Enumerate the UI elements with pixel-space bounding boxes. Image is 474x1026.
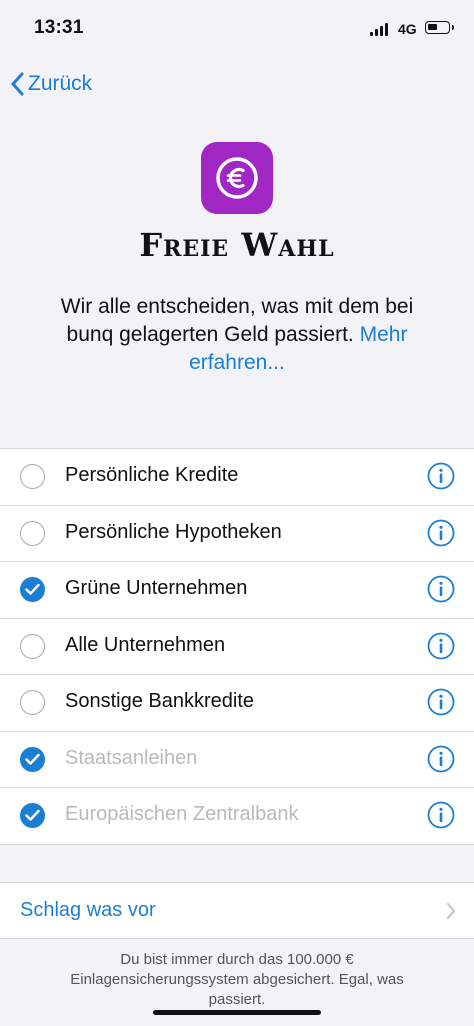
- euro-icon: [201, 142, 273, 214]
- info-icon[interactable]: [427, 632, 455, 660]
- info-icon[interactable]: [427, 688, 455, 716]
- back-label: Zurück: [28, 72, 93, 95]
- info-icon[interactable]: [427, 745, 455, 773]
- empty-circle-icon[interactable]: [20, 633, 45, 659]
- page-title: Freie Wahl: [139, 226, 335, 264]
- option-label: Europäischen Zentralbank: [65, 803, 299, 825]
- option-row[interactable]: Sonstige Bankkredite: [0, 675, 474, 732]
- checkmark-circle-icon[interactable]: [20, 803, 45, 828]
- checkmark-circle-icon[interactable]: [20, 746, 45, 772]
- info-icon[interactable]: [427, 575, 455, 603]
- suggest-row[interactable]: Schlag was vor: [0, 882, 474, 939]
- option-row[interactable]: Persönliche Hypotheken: [0, 506, 474, 562]
- checkmark-circle-icon[interactable]: [20, 577, 45, 602]
- suggest-label: Schlag was vor: [20, 899, 156, 921]
- option-label: Sonstige Bankkredite: [65, 690, 255, 712]
- option-row[interactable]: Grüne Unternehmen: [0, 562, 474, 619]
- battery-icon: [425, 21, 454, 34]
- chevron-right-icon: [446, 902, 456, 920]
- options-list: Persönliche Kredite Persönliche Hypotheke…: [0, 448, 474, 845]
- option-row[interactable]: Persönliche Kredite: [0, 449, 474, 506]
- home-indicator[interactable]: [153, 1010, 321, 1015]
- chevron-left-icon: [11, 72, 24, 96]
- option-label: Alle Unternehmen: [65, 633, 226, 656]
- footer-note: Du bist immer durch das 100.000 € Einlag…: [70, 951, 404, 1008]
- status-bar: 13:31 4G: [0, 0, 474, 60]
- option-label: Persönliche Kredite: [65, 464, 239, 486]
- status-time: 13:31: [34, 17, 84, 38]
- option-row[interactable]: Alle Unternehmen: [0, 619, 474, 675]
- network-type: 4G: [398, 21, 417, 37]
- page-description: Wir alle entscheiden, was mit dem bei bu…: [36, 293, 438, 377]
- back-button[interactable]: Zurück: [10, 68, 92, 100]
- option-label: Grüne Unternehmen: [65, 577, 248, 599]
- info-icon[interactable]: [427, 462, 455, 490]
- info-icon[interactable]: [427, 519, 455, 547]
- option-label: Staatsanleihen: [65, 746, 198, 769]
- signal-icon: [370, 22, 390, 36]
- option-label: Persönliche Hypotheken: [65, 520, 282, 543]
- empty-circle-icon[interactable]: [20, 690, 45, 715]
- info-icon[interactable]: [427, 801, 455, 829]
- option-row[interactable]: Europäischen Zentralbank: [0, 788, 474, 844]
- empty-circle-icon[interactable]: [20, 464, 45, 489]
- empty-circle-icon[interactable]: [20, 520, 45, 546]
- option-row[interactable]: Staatsanleihen: [0, 732, 474, 788]
